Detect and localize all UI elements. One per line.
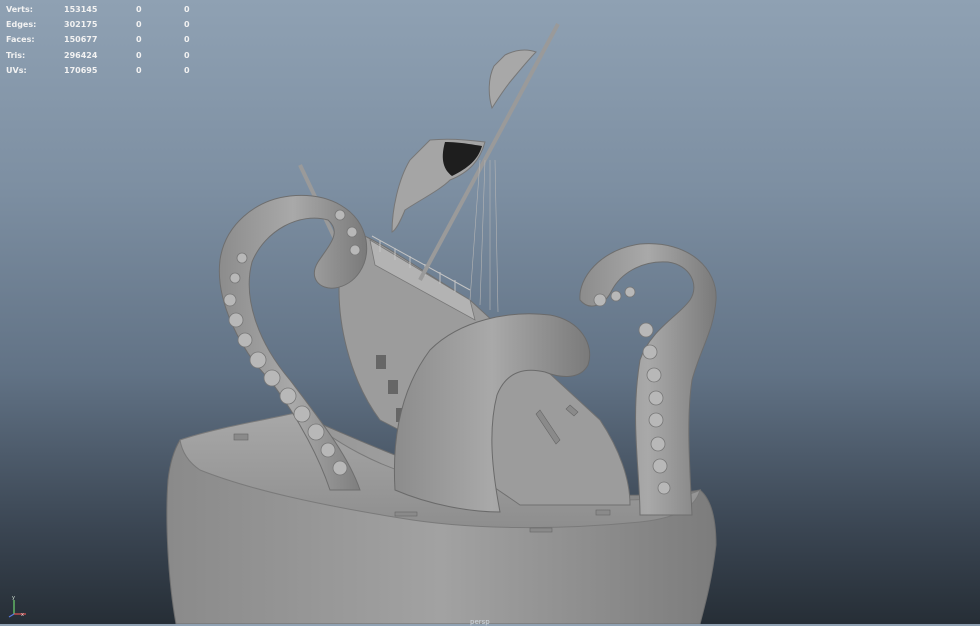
hud-selected-count: 0 xyxy=(136,65,142,75)
axis-gizmo: y x xyxy=(8,595,26,618)
ship-window xyxy=(388,380,398,394)
hud-selected-count: 0 xyxy=(136,35,142,45)
hud-label: UVs: xyxy=(6,65,27,75)
z-axis-line xyxy=(8,613,15,618)
viewport-3d[interactable] xyxy=(0,0,980,624)
hud-row-edges: Edges: 302175 0 0 xyxy=(6,17,196,32)
y-axis-label: y xyxy=(12,595,15,601)
hud-total-count: 302175 xyxy=(64,20,98,30)
hud-total-count: 153145 xyxy=(64,5,98,14)
hud-row-uvs: UVs: 170695 0 0 xyxy=(6,63,196,78)
hud-row-tris: Tris: 296424 0 0 xyxy=(6,48,196,63)
hud-row-verts: Verts: 153145 0 0 xyxy=(6,2,196,17)
poly-count-hud: Verts: 153145 0 0 Edges: 302175 0 0 Faces: 150677… xyxy=(6,2,196,78)
hud-component-count: 0 xyxy=(184,65,190,75)
x-axis-label: x xyxy=(21,612,24,618)
hud-component-count: 0 xyxy=(184,20,190,30)
hud-selected-count: 0 xyxy=(136,20,142,30)
ship-window xyxy=(376,355,386,369)
hud-component-count: 0 xyxy=(184,50,190,60)
hud-row-faces: Faces: 150677 0 0 xyxy=(6,32,196,47)
camera-label: persp xyxy=(470,618,490,626)
hud-label: Verts: xyxy=(6,5,33,14)
kraken-ship-model[interactable] xyxy=(166,23,717,624)
hud-total-count: 170695 xyxy=(64,65,98,75)
hud-total-count: 150677 xyxy=(64,35,98,45)
hud-total-count: 296424 xyxy=(64,50,98,60)
hud-component-count: 0 xyxy=(184,35,190,45)
hud-selected-count: 0 xyxy=(136,5,142,14)
hud-label: Tris: xyxy=(6,50,26,60)
hud-component-count: 0 xyxy=(184,5,190,14)
hud-selected-count: 0 xyxy=(136,50,142,60)
hud-label: Edges: xyxy=(6,20,37,30)
hud-label: Faces: xyxy=(6,35,35,45)
